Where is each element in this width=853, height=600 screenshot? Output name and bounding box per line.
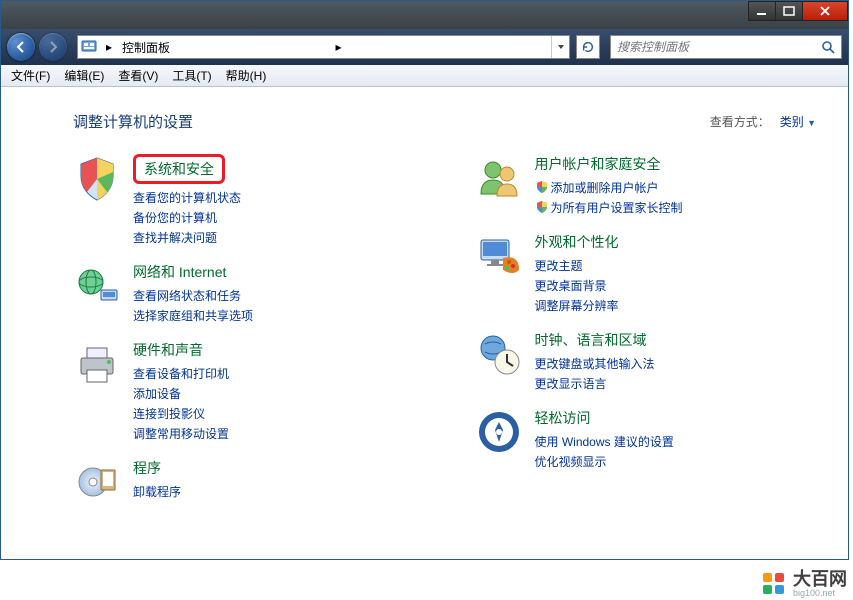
menu-bar: 文件(F) 编辑(E) 查看(V) 工具(T) 帮助(H) — [1, 65, 848, 87]
shield-icon — [73, 154, 121, 202]
ease-of-access-icon — [475, 408, 523, 456]
minimize-button[interactable] — [748, 1, 776, 21]
titlebar — [1, 1, 848, 29]
search-box[interactable] — [610, 35, 842, 59]
chevron-right-icon: ▸ — [100, 40, 118, 54]
watermark-url: big100.net — [793, 588, 847, 598]
category-link[interactable]: 查看网络状态和任务 — [133, 286, 253, 306]
view-mode: 查看方式： 类别 ▼ — [710, 113, 816, 130]
category-link[interactable]: 调整常用移动设置 — [133, 424, 229, 444]
category-users: 用户帐户和家庭安全 添加或删除用户帐户 为所有用户设置家长控制 — [475, 154, 817, 218]
category-link[interactable]: 卸载程序 — [133, 482, 181, 502]
globe-network-icon — [73, 262, 121, 310]
breadcrumb[interactable]: 控制面板 — [118, 39, 330, 56]
uac-shield-icon — [535, 180, 549, 194]
chevron-right-icon: ▸ — [330, 40, 348, 54]
category-clock-language: 时钟、语言和区域 更改键盘或其他输入法 更改显示语言 — [475, 330, 817, 394]
address-dropdown[interactable] — [551, 36, 569, 58]
category-link[interactable]: 查看您的计算机状态 — [133, 188, 241, 208]
category-link[interactable]: 优化视频显示 — [535, 452, 674, 472]
uac-shield-icon — [535, 200, 549, 214]
menu-edit[interactable]: 编辑(E) — [58, 65, 110, 86]
category-link[interactable]: 更改主题 — [535, 256, 619, 276]
category-title[interactable]: 硬件和声音 — [133, 340, 229, 360]
forward-button[interactable] — [39, 33, 67, 61]
category-title[interactable]: 轻松访问 — [535, 408, 674, 428]
close-button[interactable] — [802, 1, 848, 21]
category-link[interactable]: 调整屏幕分辨率 — [535, 296, 619, 316]
category-ease-of-access: 轻松访问 使用 Windows 建议的设置 优化视频显示 — [475, 408, 817, 472]
appearance-icon — [475, 232, 523, 280]
category-appearance: 外观和个性化 更改主题 更改桌面背景 调整屏幕分辨率 — [475, 232, 817, 316]
category-title[interactable]: 外观和个性化 — [535, 232, 619, 252]
watermark: 大百网 big100.net — [761, 570, 847, 598]
back-button[interactable] — [7, 33, 35, 61]
menu-tools[interactable]: 工具(T) — [166, 65, 217, 86]
category-link[interactable]: 连接到投影仪 — [133, 404, 229, 424]
watermark-name: 大百网 — [793, 570, 847, 588]
category-title[interactable]: 用户帐户和家庭安全 — [535, 154, 683, 174]
category-link[interactable]: 查看设备和打印机 — [133, 364, 229, 384]
category-link[interactable]: 添加设备 — [133, 384, 229, 404]
view-mode-label: 查看方式： — [710, 113, 770, 130]
search-icon[interactable] — [815, 39, 841, 55]
refresh-button[interactable] — [576, 35, 600, 59]
watermark-logo-icon — [761, 571, 787, 597]
category-title[interactable]: 系统和安全 — [133, 154, 241, 184]
category-system-security: 系统和安全 查看您的计算机状态 备份您的计算机 查找并解决问题 — [73, 154, 415, 248]
search-input[interactable] — [611, 40, 815, 54]
users-icon — [475, 154, 523, 202]
page-title: 调整计算机的设置 — [73, 111, 193, 132]
clock-globe-icon — [475, 330, 523, 378]
category-programs: 程序 卸载程序 — [73, 458, 415, 506]
category-link[interactable]: 查找并解决问题 — [133, 228, 241, 248]
control-panel-icon — [78, 39, 100, 55]
content-area: 调整计算机的设置 查看方式： 类别 ▼ 系统和安全 查看您的计算机状态 备份您的… — [1, 87, 848, 559]
nav-bar: ▸ 控制面板 ▸ — [1, 29, 848, 65]
view-mode-dropdown[interactable]: 类别 ▼ — [780, 113, 816, 130]
category-link[interactable]: 更改显示语言 — [535, 374, 655, 394]
category-link[interactable]: 添加或删除用户帐户 — [535, 178, 683, 198]
programs-icon — [73, 458, 121, 506]
printer-icon — [73, 340, 121, 388]
category-title[interactable]: 程序 — [133, 458, 181, 478]
category-title[interactable]: 网络和 Internet — [133, 262, 253, 282]
category-link[interactable]: 使用 Windows 建议的设置 — [535, 432, 674, 452]
menu-file[interactable]: 文件(F) — [5, 65, 56, 86]
category-title[interactable]: 时钟、语言和区域 — [535, 330, 655, 350]
maximize-button[interactable] — [775, 1, 803, 21]
category-link[interactable]: 更改桌面背景 — [535, 276, 619, 296]
address-bar[interactable]: ▸ 控制面板 ▸ — [77, 35, 570, 59]
category-network: 网络和 Internet 查看网络状态和任务 选择家庭组和共享选项 — [73, 262, 415, 326]
category-link[interactable]: 备份您的计算机 — [133, 208, 241, 228]
category-link[interactable]: 选择家庭组和共享选项 — [133, 306, 253, 326]
category-link[interactable]: 更改键盘或其他输入法 — [535, 354, 655, 374]
menu-view[interactable]: 查看(V) — [112, 65, 164, 86]
category-hardware: 硬件和声音 查看设备和打印机 添加设备 连接到投影仪 调整常用移动设置 — [73, 340, 415, 444]
category-link[interactable]: 为所有用户设置家长控制 — [535, 198, 683, 218]
menu-help[interactable]: 帮助(H) — [220, 65, 273, 86]
